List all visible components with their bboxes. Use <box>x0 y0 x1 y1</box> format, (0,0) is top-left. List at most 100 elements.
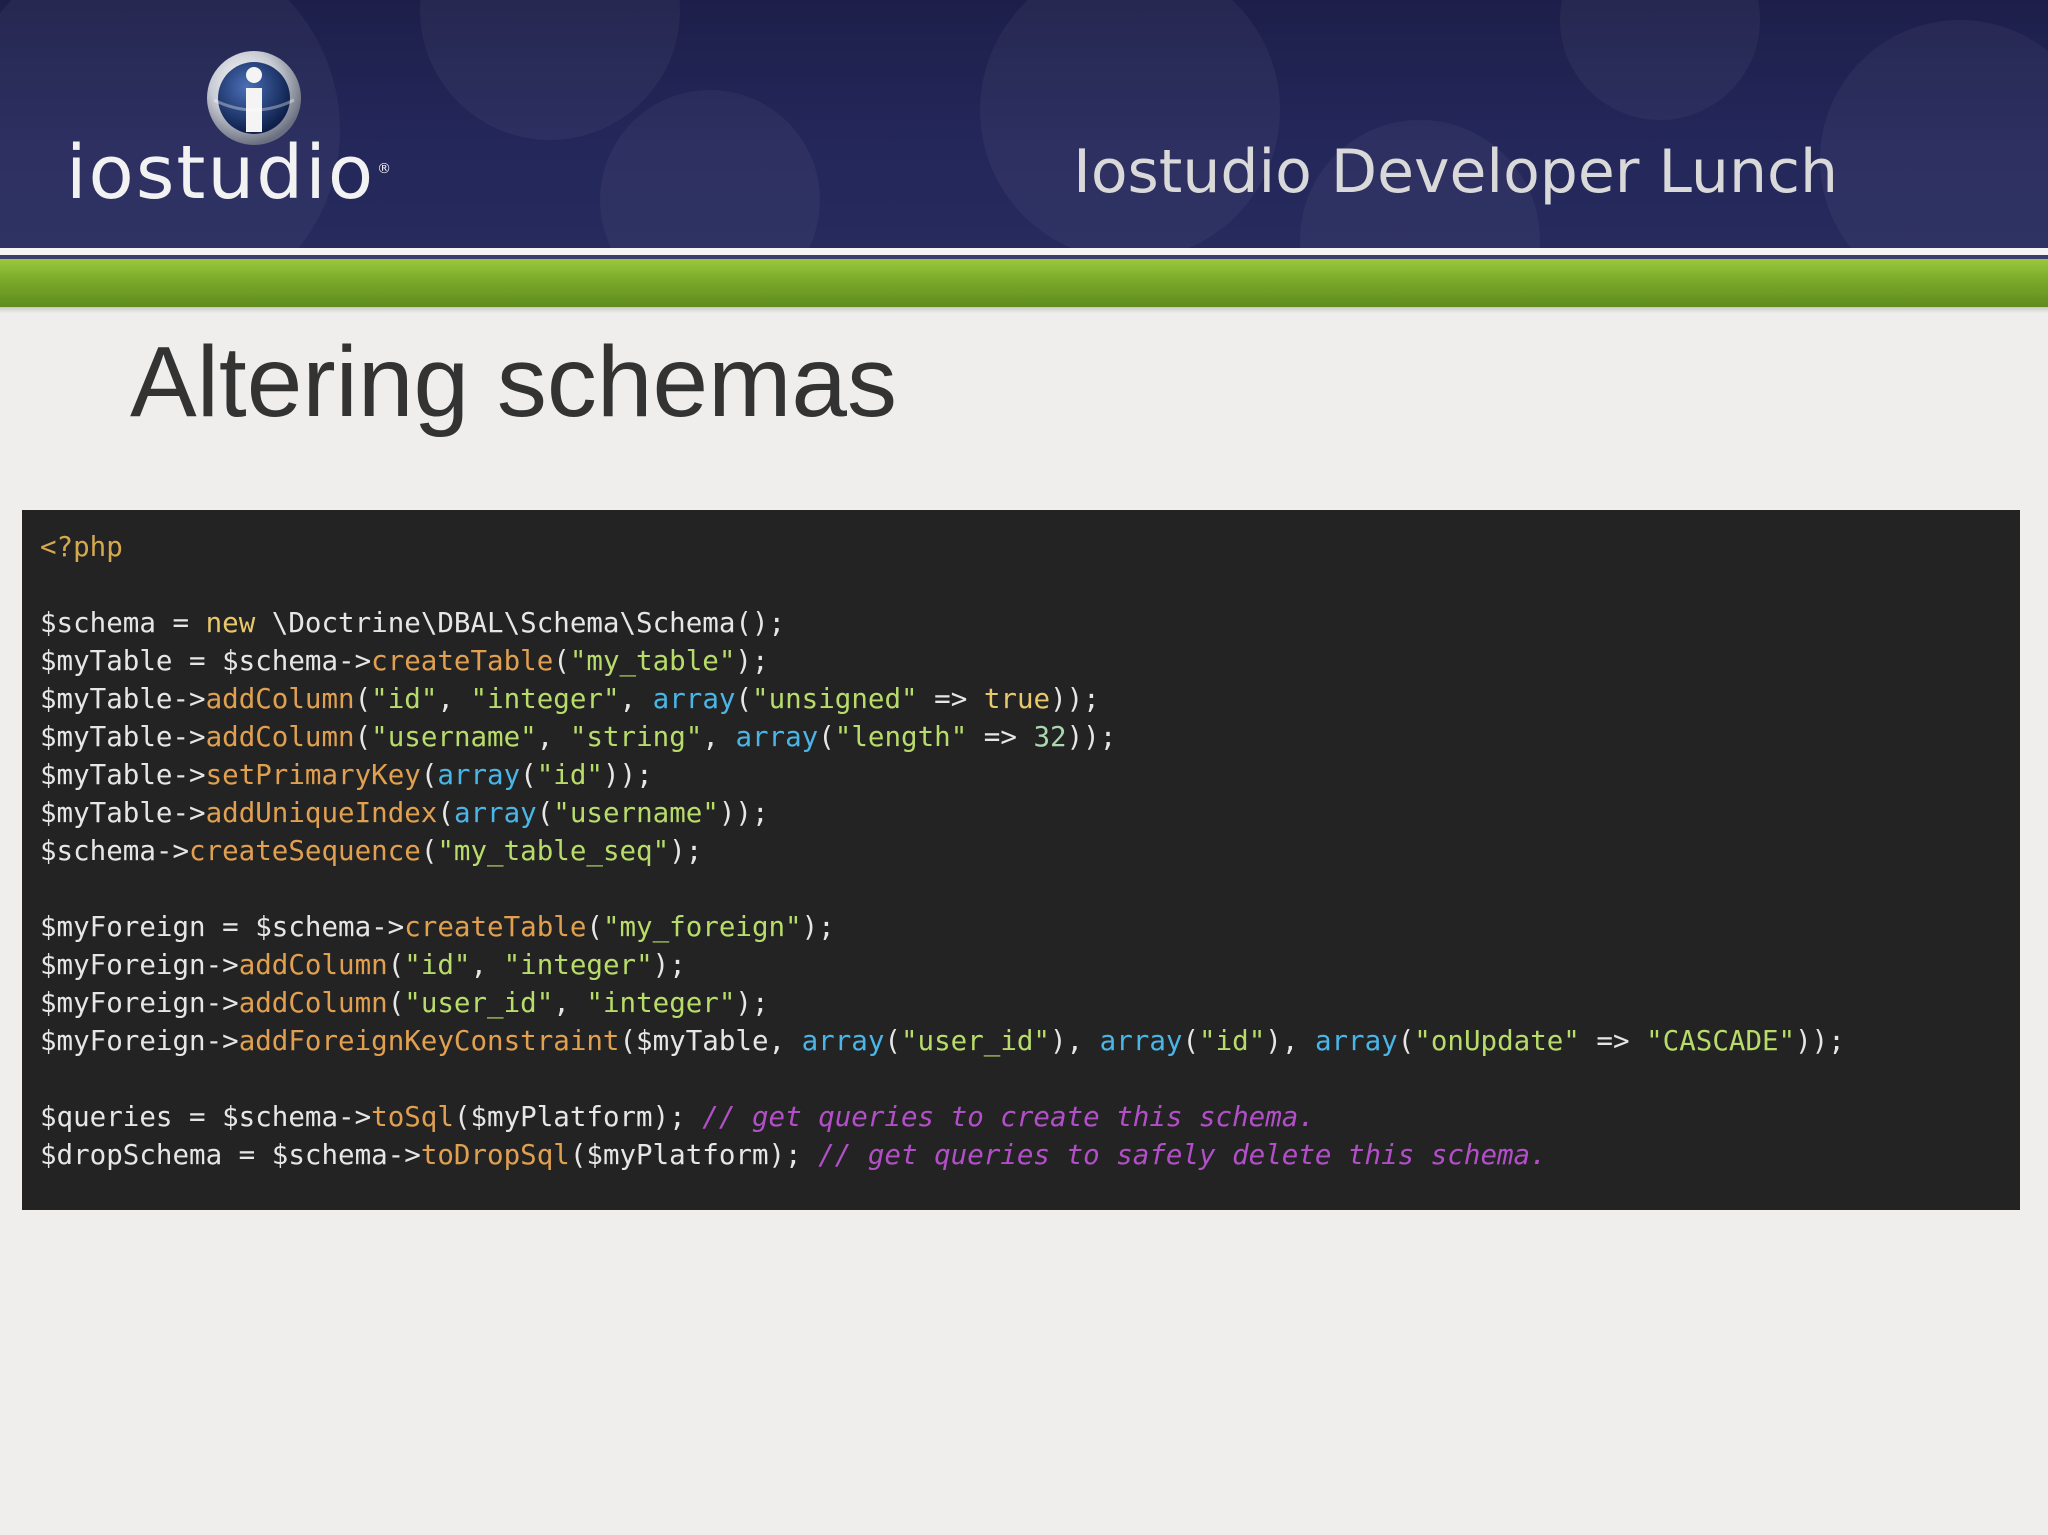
code-token-plain: $myForeign-> <box>40 1025 239 1057</box>
code-token-string: "my_foreign" <box>602 911 802 943</box>
code-token-plain: ( <box>884 1025 901 1057</box>
code-token-string: "id" <box>404 949 471 981</box>
background-bubble <box>1820 20 2048 248</box>
code-token-string: "username" <box>371 721 537 753</box>
code-token-method: addColumn <box>238 949 388 981</box>
code-line: $schema = new \Doctrine\DBAL\Schema\Sche… <box>40 604 2020 642</box>
code-token-string: "onUpdate" <box>1414 1025 1580 1057</box>
code-token-keyword: new <box>205 607 256 639</box>
code-token-plain: $myForeign-> <box>40 987 239 1019</box>
code-token-builtin: array <box>735 721 819 753</box>
code-token-string: "my_table" <box>569 645 736 677</box>
code-token-method: createTable <box>404 911 587 943</box>
code-token-string: "id" <box>536 759 603 791</box>
code-line: $dropSchema = $schema->toDropSql($myPlat… <box>40 1136 2020 1174</box>
code-token-plain: $myForeign-> <box>40 949 239 981</box>
code-line: $myTable->setPrimaryKey(array("id")); <box>40 756 2020 794</box>
code-token-plain: $queries = $schema-> <box>40 1101 372 1133</box>
code-token-method: setPrimaryKey <box>205 759 421 791</box>
accent-bar <box>0 259 2048 307</box>
code-token-string: "username" <box>553 797 719 829</box>
code-token-plain: ( <box>437 797 454 829</box>
code-token-plain: , <box>470 949 504 981</box>
code-token-plain: ($myPlatform); <box>453 1101 703 1133</box>
code-token-method: addForeignKeyConstraint <box>238 1025 620 1057</box>
code-token-plain: ( <box>420 759 438 791</box>
code-token-plain: )); <box>1795 1025 1845 1057</box>
code-token-plain: => <box>917 683 984 715</box>
logo-wordmark: iostudio ® <box>66 130 394 216</box>
code-line: $queries = $schema->toSql($myPlatform); … <box>40 1098 2020 1136</box>
code-token-string: "id" <box>1199 1025 1266 1057</box>
event-title: Iostudio Developer Lunch <box>1073 137 1838 207</box>
code-token-string: "integer" <box>470 683 620 715</box>
code-token-plain: \Doctrine\DBAL\Schema\Schema(); <box>255 607 786 639</box>
code-line: $myForeign->addColumn("user_id", "intege… <box>40 984 2020 1022</box>
background-bubble <box>1560 0 1760 120</box>
code-token-tag: <?php <box>40 531 123 563</box>
code-token-plain: ( <box>553 645 570 677</box>
code-token-builtin: array <box>1099 1025 1183 1057</box>
code-token-plain: ( <box>420 835 438 867</box>
code-token-string: "user_id" <box>900 1025 1050 1057</box>
code-token-plain: $myTable-> <box>40 721 206 753</box>
code-token-string: "user_id" <box>404 987 554 1019</box>
code-token-plain: , <box>437 683 471 715</box>
code-token-plain: ( <box>354 721 372 753</box>
code-token-string: "id" <box>371 683 438 715</box>
code-token-plain: ( <box>1182 1025 1200 1057</box>
header-divider <box>0 248 2048 255</box>
code-token-string: "string" <box>569 721 703 753</box>
background-bubble <box>980 0 1280 248</box>
accent-bar-shadow <box>0 307 2048 313</box>
code-token-builtin: array <box>652 683 736 715</box>
code-token-method: createSequence <box>189 835 421 867</box>
code-token-builtin: array <box>801 1025 885 1057</box>
code-token-plain: ( <box>1397 1025 1415 1057</box>
code-token-plain: $myTable-> <box>40 797 206 829</box>
code-token-plain: ($myPlatform); <box>569 1139 819 1171</box>
code-token-method: createTable <box>371 645 554 677</box>
code-token-keyword: true <box>983 683 1051 715</box>
code-token-plain: $myForeign = $schema-> <box>40 911 405 943</box>
code-token-plain: ( <box>586 911 603 943</box>
code-token-plain: ( <box>387 949 405 981</box>
code-token-plain: ), <box>1050 1025 1100 1057</box>
code-token-plain: ( <box>735 683 753 715</box>
code-token-plain: ); <box>735 645 769 677</box>
code-token-comment: // get queries to create this schema. <box>702 1101 1315 1133</box>
code-line: $myTable->addUniqueIndex(array("username… <box>40 794 2020 832</box>
code-line: $myForeign->addColumn("id", "integer"); <box>40 946 2020 984</box>
background-bubble <box>600 90 820 248</box>
code-token-method: addColumn <box>238 987 388 1019</box>
code-token-string: "length" <box>834 721 968 753</box>
code-token-plain: , <box>619 683 653 715</box>
code-token-plain: ); <box>669 835 703 867</box>
slide-header: iostudio ® Iostudio Developer Lunch <box>0 0 2048 248</box>
code-line: $myForeign->addForeignKeyConstraint($myT… <box>40 1022 2020 1060</box>
code-token-plain: $myTable-> <box>40 759 206 791</box>
code-token-plain: ); <box>735 987 769 1019</box>
code-token-plain: ( <box>818 721 835 753</box>
code-token-method: addUniqueIndex <box>205 797 438 829</box>
code-token-plain: $myTable = $schema-> <box>40 645 372 677</box>
code-line: $myForeign = $schema->createTable("my_fo… <box>40 908 2020 946</box>
code-token-string: "CASCADE" <box>1646 1025 1796 1057</box>
code-token-plain: , <box>702 721 736 753</box>
code-line: $myTable->addColumn("username", "string"… <box>40 718 2020 756</box>
code-token-plain: )); <box>1066 721 1117 753</box>
code-token-plain: => <box>967 721 1034 753</box>
iostudio-logo: iostudio ® <box>66 48 486 218</box>
code-token-string: "integer" <box>586 987 736 1019</box>
code-token-plain: )); <box>1050 683 1100 715</box>
code-token-plain: )); <box>602 759 653 791</box>
code-token-plain: ); <box>652 949 686 981</box>
slide-title: Altering schemas <box>130 326 897 438</box>
code-token-number: 32 <box>1033 721 1067 753</box>
code-token-comment: // get queries to safely delete this sch… <box>818 1139 1547 1171</box>
code-token-plain: ( <box>354 683 372 715</box>
code-token-plain: , <box>553 987 587 1019</box>
code-token-plain: ), <box>1265 1025 1315 1057</box>
